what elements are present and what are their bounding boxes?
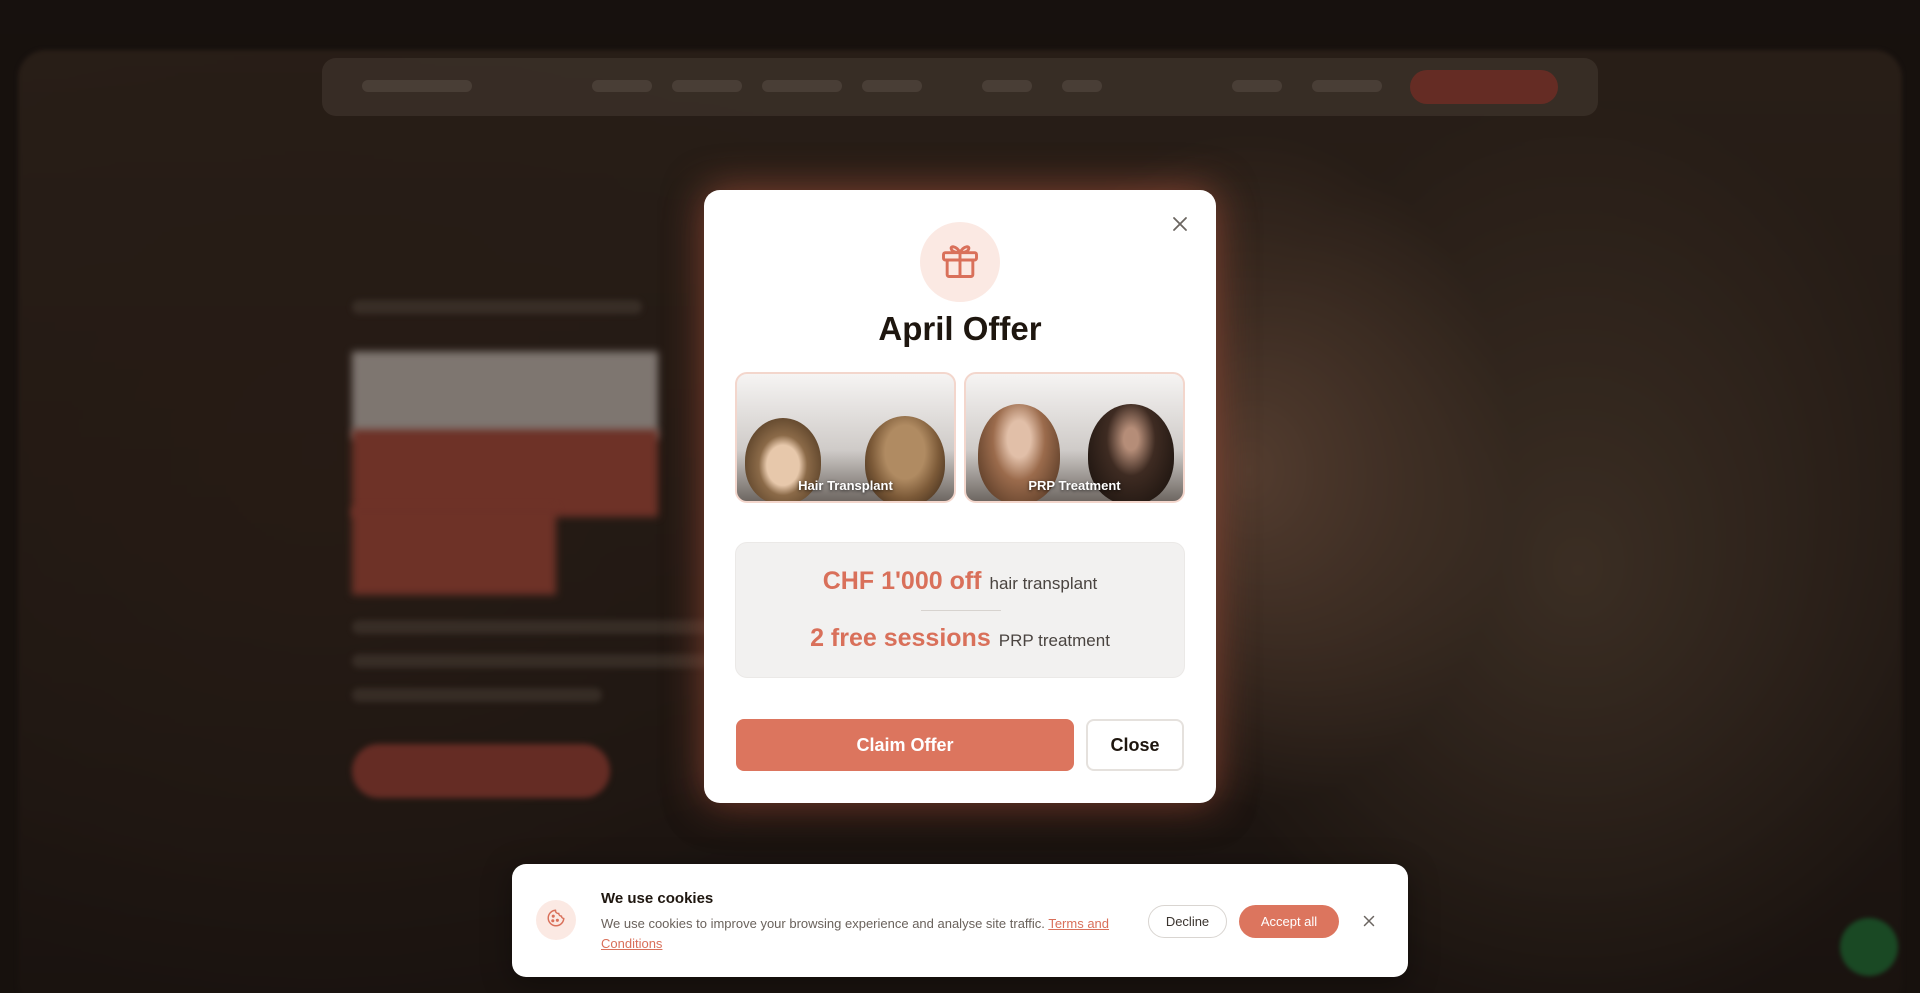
- offer-divider: [921, 610, 1001, 611]
- prp-treatment-card: PRP Treatment: [964, 372, 1185, 503]
- modal-title: April Offer: [878, 310, 1042, 347]
- offer-row: 2 free sessions PRP treatment: [736, 624, 1184, 653]
- offer-highlight: 2 free sessions: [810, 624, 991, 652]
- cookie-badge: [536, 900, 576, 940]
- cookie-message: We use cookies to improve your browsing …: [601, 914, 1121, 954]
- cookie-banner: We use cookies We use cookies to improve…: [512, 864, 1408, 977]
- close-icon[interactable]: [1168, 212, 1192, 236]
- offer-detail: PRP treatment: [998, 631, 1110, 650]
- decline-button[interactable]: Decline: [1148, 905, 1227, 938]
- cookie-icon: [545, 907, 567, 933]
- gift-badge: [920, 222, 1000, 302]
- cookie-title: We use cookies: [601, 890, 714, 907]
- card-label: PRP Treatment: [1028, 478, 1121, 493]
- close-icon[interactable]: [1360, 912, 1378, 930]
- hair-transplant-card: Hair Transplant: [735, 372, 956, 503]
- offer-modal: April Offer Hair Transplant PRP Treatmen…: [704, 190, 1216, 803]
- close-button[interactable]: Close: [1086, 719, 1184, 771]
- claim-offer-button[interactable]: Claim Offer: [736, 719, 1074, 771]
- cookie-description: We use cookies to improve your browsing …: [601, 916, 1045, 931]
- offer-row: CHF 1'000 off hair transplant: [736, 567, 1184, 596]
- offer-highlight: CHF 1'000 off: [822, 567, 982, 595]
- card-label: Hair Transplant: [798, 478, 893, 493]
- gift-icon: [938, 238, 982, 286]
- offer-summary: CHF 1'000 off hair transplant 2 free sess…: [735, 542, 1185, 678]
- offer-detail: hair transplant: [989, 574, 1098, 593]
- accept-all-button[interactable]: Accept all: [1239, 905, 1339, 938]
